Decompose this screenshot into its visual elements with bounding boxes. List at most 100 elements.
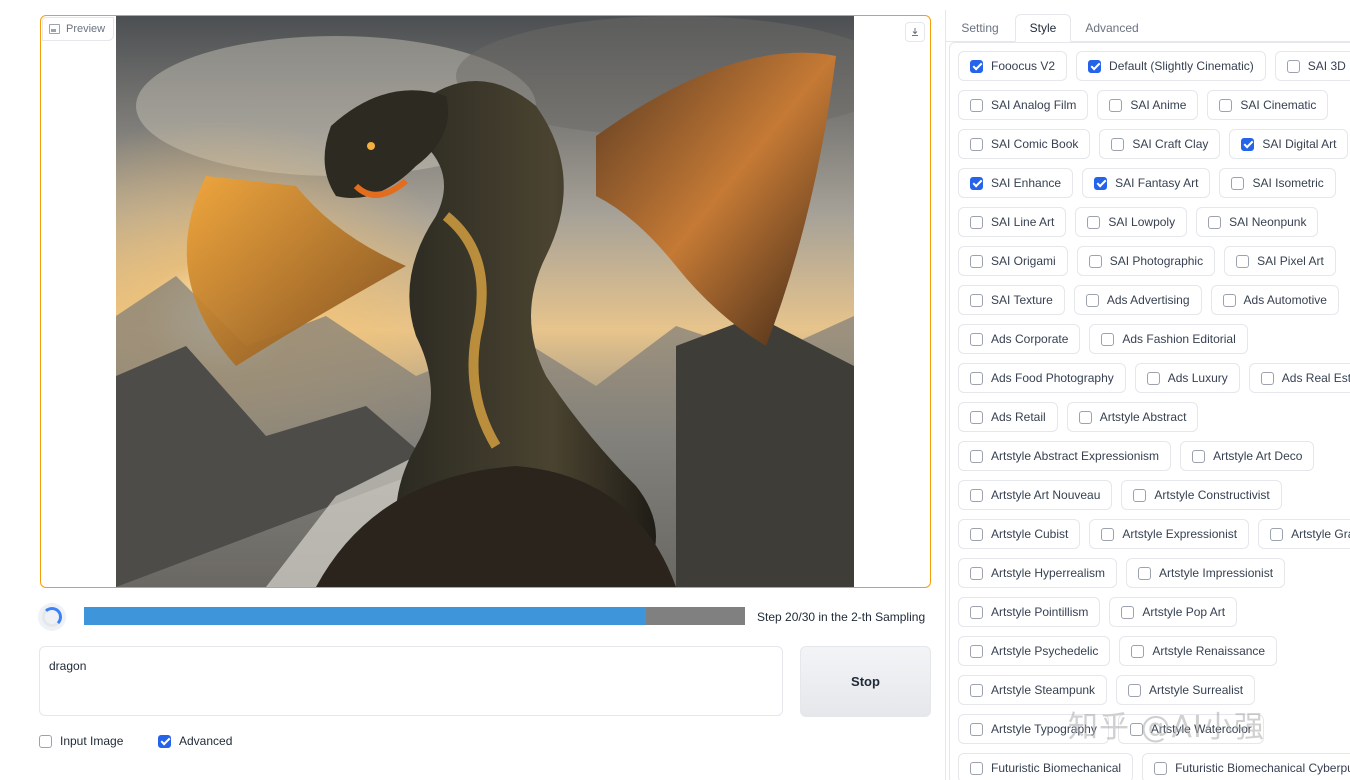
style-checkbox[interactable] — [1219, 98, 1233, 112]
advanced-toggle[interactable]: Advanced — [158, 734, 232, 748]
style-checkbox[interactable] — [1154, 761, 1168, 775]
style-option[interactable]: SAI Photographic — [1076, 246, 1216, 276]
style-checkbox[interactable] — [970, 332, 983, 346]
style-option[interactable]: SAI Digital Art — [1229, 129, 1349, 159]
style-checkbox[interactable] — [1231, 176, 1245, 190]
style-checkbox[interactable] — [1121, 605, 1135, 619]
input-image-toggle[interactable]: Input Image — [39, 734, 123, 748]
download-button[interactable] — [905, 22, 925, 42]
style-checkbox[interactable] — [1236, 254, 1250, 268]
style-option[interactable]: SAI 3D Mo — [1274, 51, 1350, 81]
style-checkbox[interactable] — [1241, 137, 1255, 151]
style-option[interactable]: Artstyle Psychedelic — [958, 636, 1111, 666]
style-option[interactable]: Futuristic Biomechanical — [958, 753, 1134, 780]
style-checkbox[interactable] — [970, 449, 983, 463]
style-option[interactable]: Ads Luxury — [1134, 363, 1240, 393]
style-option[interactable]: Artstyle Surrealist — [1116, 675, 1256, 705]
style-checkbox[interactable] — [1088, 254, 1102, 268]
style-checkbox[interactable] — [1208, 215, 1222, 229]
style-option[interactable]: SAI Pixel Art — [1224, 246, 1336, 276]
style-checkbox[interactable] — [970, 566, 983, 580]
style-checkbox[interactable] — [1270, 527, 1284, 541]
style-option[interactable]: Artstyle Hyperrealism — [958, 558, 1118, 588]
tab-setting[interactable]: Setting — [952, 14, 1008, 41]
style-checkbox[interactable] — [970, 254, 983, 268]
style-option[interactable]: Artstyle Cubist — [958, 519, 1081, 549]
style-option[interactable]: Artstyle Abstract — [1066, 402, 1199, 432]
style-checkbox[interactable] — [1111, 137, 1125, 151]
style-checkbox[interactable] — [970, 683, 983, 697]
style-checkbox[interactable] — [1085, 293, 1099, 307]
style-option[interactable]: SAI Enhance — [958, 168, 1074, 198]
stop-button[interactable]: Stop — [800, 646, 931, 717]
style-option[interactable]: Artstyle Expressionist — [1089, 519, 1250, 549]
style-checkbox[interactable] — [1133, 488, 1147, 502]
style-option[interactable]: Artstyle Abstract Expressionism — [958, 441, 1172, 471]
style-option[interactable]: SAI Line Art — [958, 207, 1067, 237]
tab-advanced[interactable]: Advanced — [1080, 14, 1144, 41]
style-checkbox[interactable] — [970, 605, 983, 619]
style-checkbox[interactable] — [970, 98, 983, 112]
style-checkbox[interactable] — [970, 761, 983, 775]
style-checkbox[interactable] — [970, 59, 983, 73]
style-option[interactable]: Artstyle Graffi — [1258, 519, 1350, 549]
style-option[interactable]: SAI Analog Film — [958, 90, 1089, 120]
style-option[interactable]: SAI Neonpunk — [1196, 207, 1319, 237]
tab-style[interactable]: Style — [1015, 14, 1071, 42]
style-option[interactable]: Artstyle Art Nouveau — [958, 480, 1113, 510]
style-option[interactable]: SAI Cinematic — [1207, 90, 1329, 120]
style-checkbox[interactable] — [1192, 449, 1206, 463]
style-option[interactable]: Ads Retail — [958, 402, 1058, 432]
style-checkbox[interactable] — [1101, 332, 1115, 346]
style-checkbox[interactable] — [970, 644, 983, 658]
style-checkbox[interactable] — [1109, 98, 1123, 112]
style-checkbox[interactable] — [1078, 410, 1092, 424]
style-option[interactable]: Ads Advertising — [1073, 285, 1202, 315]
style-option[interactable]: Ads Fashion Editorial — [1089, 324, 1248, 354]
style-checkbox[interactable] — [970, 293, 983, 307]
style-option[interactable]: Artstyle Art Deco — [1180, 441, 1315, 471]
style-option[interactable]: SAI Craft Clay — [1099, 129, 1221, 159]
style-checkbox[interactable] — [970, 527, 983, 541]
style-option[interactable]: Artstyle Constructivist — [1121, 480, 1282, 510]
style-option[interactable]: Ads Food Photography — [958, 363, 1126, 393]
style-option[interactable]: Artstyle Steampunk — [958, 675, 1108, 705]
style-option[interactable]: SAI Anime — [1097, 90, 1199, 120]
style-checkbox[interactable] — [1128, 683, 1142, 697]
style-checkbox[interactable] — [1131, 644, 1145, 658]
style-option[interactable]: SAI Texture — [958, 285, 1065, 315]
style-checkbox[interactable] — [1286, 59, 1300, 73]
style-option[interactable]: SAI Comic Book — [958, 129, 1091, 159]
style-checkbox[interactable] — [970, 722, 983, 736]
style-option[interactable]: Fooocus V2 — [958, 51, 1068, 81]
style-option[interactable]: Default (Slightly Cinematic) — [1076, 51, 1266, 81]
style-checkbox[interactable] — [970, 215, 983, 229]
prompt-input[interactable]: dragon — [39, 646, 783, 716]
style-checkbox[interactable] — [970, 137, 983, 151]
style-checkbox[interactable] — [970, 410, 983, 424]
style-option[interactable]: Futuristic Biomechanical Cyberpunk — [1142, 753, 1350, 780]
style-option[interactable]: SAI Origami — [958, 246, 1068, 276]
style-option[interactable]: SAI Isometric — [1219, 168, 1336, 198]
style-option[interactable]: Artstyle Pointillism — [958, 597, 1101, 627]
advanced-checkbox[interactable] — [158, 734, 171, 748]
style-checkbox[interactable] — [1260, 371, 1274, 385]
style-checkbox[interactable] — [970, 488, 983, 502]
style-option[interactable]: SAI Lowpoly — [1075, 207, 1188, 237]
style-option[interactable]: Artstyle Renaissance — [1119, 636, 1278, 666]
style-checkbox[interactable] — [970, 176, 983, 190]
style-option[interactable]: Ads Automotive — [1210, 285, 1339, 315]
style-checkbox[interactable] — [1087, 215, 1101, 229]
style-option[interactable]: SAI Fantasy Art — [1082, 168, 1211, 198]
style-checkbox[interactable] — [1088, 59, 1102, 73]
style-checkbox[interactable] — [1138, 566, 1152, 580]
style-option[interactable]: Ads Real Estate — [1248, 363, 1350, 393]
input-image-checkbox[interactable] — [39, 734, 52, 748]
style-checkbox[interactable] — [1094, 176, 1108, 190]
style-option[interactable]: Ads Corporate — [958, 324, 1081, 354]
style-checkbox[interactable] — [970, 371, 983, 385]
style-option[interactable]: Artstyle Pop Art — [1109, 597, 1238, 627]
style-checkbox[interactable] — [1101, 527, 1115, 541]
style-checkbox[interactable] — [1222, 293, 1236, 307]
style-checkbox[interactable] — [1146, 371, 1160, 385]
